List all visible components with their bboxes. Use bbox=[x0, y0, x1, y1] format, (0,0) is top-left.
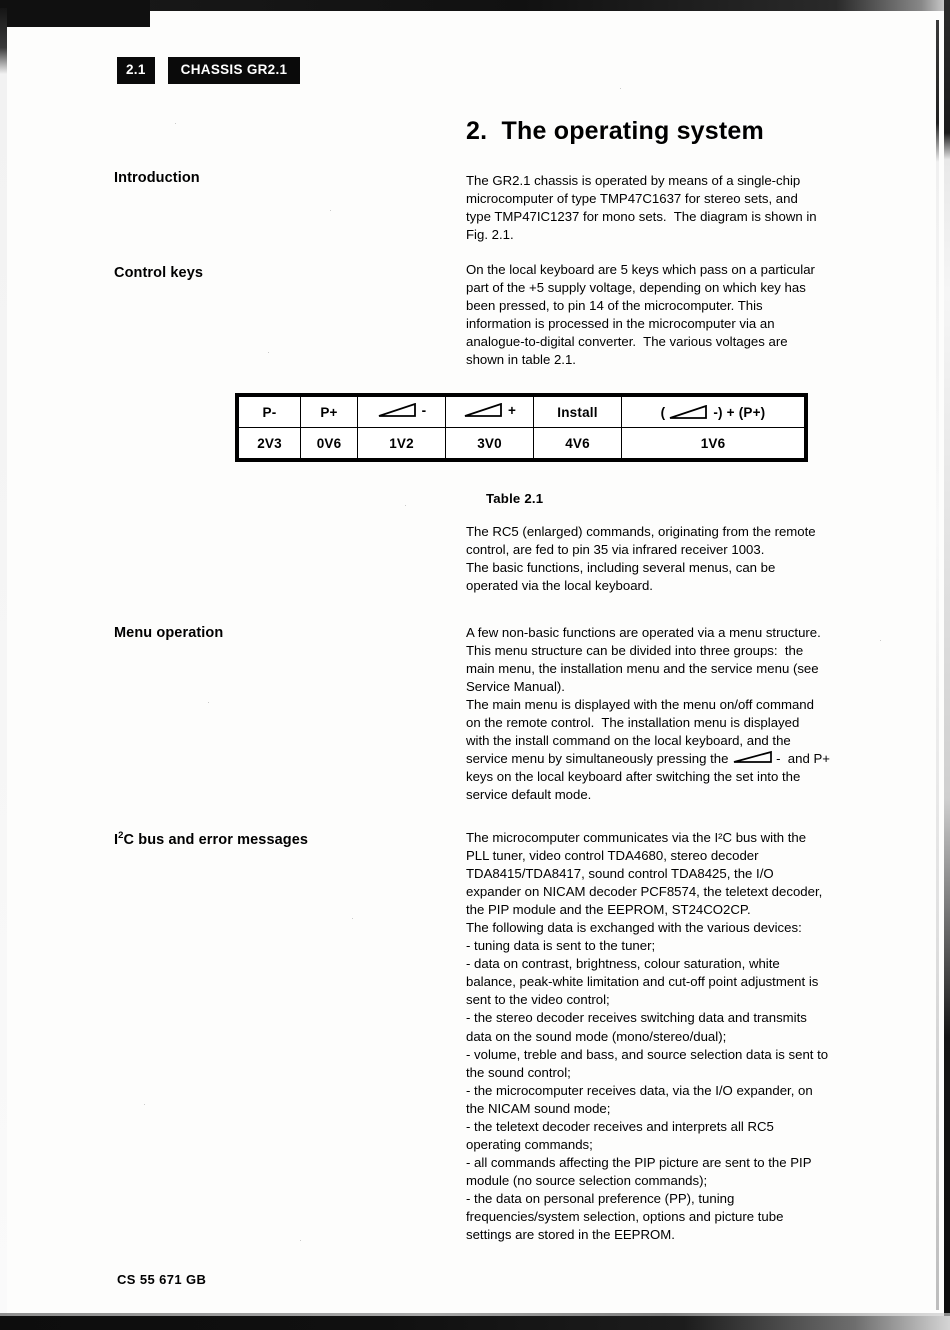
table-cell-label-0: P- bbox=[238, 396, 301, 428]
paper-speckle bbox=[330, 210, 331, 211]
page-title: 2. The operating system bbox=[466, 116, 764, 145]
section-heading-i2c-bus: I2C bus and error messages bbox=[114, 831, 309, 848]
wedge-icon bbox=[669, 404, 709, 420]
table-cell-label-5: ( -) + (P+) bbox=[621, 396, 805, 428]
table-cell-value-3: 3V0 bbox=[445, 427, 534, 459]
section-body-menu-operation: A few non-basic functions are operated v… bbox=[466, 624, 934, 804]
paper-speckle bbox=[880, 640, 881, 641]
paper-speckle bbox=[208, 702, 209, 703]
table-row-values: 2V3 0V6 1V2 3V0 4V6 1V6 bbox=[238, 427, 805, 459]
table-label-text-4: Install bbox=[557, 404, 598, 420]
section-body-introduction: The GR2.1 chassis is operated by means o… bbox=[466, 173, 817, 243]
table-cell-label-3: + bbox=[445, 396, 534, 428]
table-label-suffix-3: + bbox=[507, 403, 517, 418]
footer-document-code: CS 55 671 GB bbox=[117, 1272, 207, 1287]
table-label-prefix-5: ( bbox=[660, 404, 666, 420]
section-heading-control-keys: Control keys bbox=[114, 265, 204, 281]
chassis-badge: CHASSIS GR2.1 bbox=[167, 57, 301, 84]
wedge-icon bbox=[733, 750, 775, 764]
i2c-heading-post: C bus and error messages bbox=[123, 832, 309, 848]
paper-speckle bbox=[620, 88, 621, 89]
paper-speckle bbox=[300, 1240, 301, 1241]
paper-speckle bbox=[405, 505, 406, 506]
table-row-labels: P- P+ - + Install (-) + (P+) bbox=[238, 396, 805, 428]
table-caption: Table 2.1 bbox=[486, 491, 544, 506]
scan-edge-right bbox=[944, 0, 950, 1330]
table-cell-value-0: 2V3 bbox=[238, 427, 301, 459]
menu-operation-text-part1: A few non-basic functions are operated v… bbox=[466, 625, 821, 767]
section-body-i2c-bus: The microcomputer communicates via the I… bbox=[466, 830, 829, 1243]
control-keys-table: P- P+ - + Install (-) + (P+) 2V3 0V6 1V… bbox=[235, 393, 808, 462]
section-heading-introduction: Introduction bbox=[114, 170, 200, 186]
paper-speckle bbox=[144, 1104, 145, 1105]
table-cell-value-4: 4V6 bbox=[533, 427, 622, 459]
section-heading-menu-operation: Menu operation bbox=[114, 625, 224, 641]
scan-edge-right-inner bbox=[936, 20, 939, 1310]
table-cell-value-2: 1V2 bbox=[357, 427, 446, 459]
scan-edge-top-left bbox=[0, 0, 150, 27]
table-cell-value-5: 1V6 bbox=[621, 427, 805, 459]
section-body-rc5: The RC5 (enlarged) commands, originating… bbox=[466, 524, 816, 594]
scan-edge-left bbox=[0, 8, 7, 1328]
document-page: 2.1 CHASSIS GR2.1 2. The operating syste… bbox=[0, 0, 950, 1330]
paper-speckle bbox=[352, 918, 353, 919]
table-cell-label-1: P+ bbox=[300, 396, 358, 428]
table-cell-label-4: Install bbox=[533, 396, 622, 428]
paper-speckle bbox=[268, 352, 269, 353]
section-body-control-keys: On the local keyboard are 5 keys which p… bbox=[466, 262, 815, 368]
scan-edge-bottom bbox=[0, 1316, 950, 1330]
wedge-icon bbox=[378, 403, 418, 418]
section-number-badge: 2.1 bbox=[117, 57, 155, 84]
table-label-suffix-2: - bbox=[421, 403, 427, 418]
table-cell-label-2: - bbox=[357, 396, 446, 428]
table-label-text-0: P- bbox=[262, 404, 277, 420]
wedge-icon bbox=[464, 403, 504, 418]
table-label-suffix-5: -) + (P+) bbox=[713, 404, 766, 420]
table-cell-value-1: 0V6 bbox=[300, 427, 358, 459]
table-label-text-1: P+ bbox=[320, 404, 338, 420]
paper-speckle bbox=[175, 123, 176, 124]
page-header: 2.1 CHASSIS GR2.1 bbox=[117, 57, 301, 84]
